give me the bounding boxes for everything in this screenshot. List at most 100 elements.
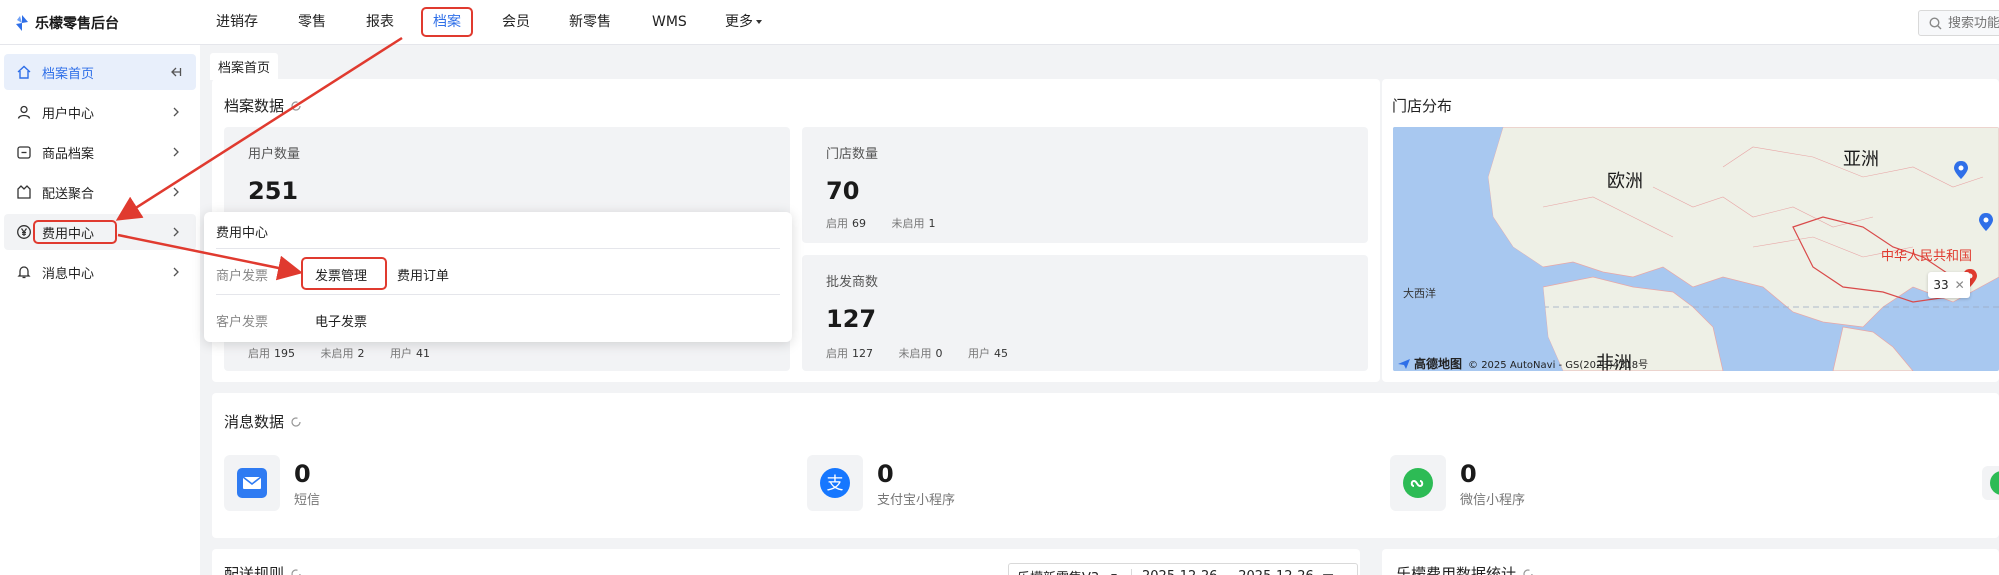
expense-center-flyout: 费用中心 商户发票 发票管理 费用订单 客户发票 电子发票	[204, 212, 792, 342]
annotation-box-invoice-management	[301, 257, 387, 290]
sub-key: 未启用	[891, 217, 925, 230]
map-label-europe: 欧洲	[1607, 171, 1643, 192]
stat-value: 70	[826, 177, 860, 205]
tab-archive-home[interactable]: 档案首页	[210, 53, 279, 80]
wechat-mini-icon	[1403, 468, 1433, 498]
annotation-box-archive	[421, 7, 473, 37]
delivery-rule-title: 配送规则	[224, 563, 302, 575]
stat-sub: 启用 127 未启用 0 用户 45	[826, 345, 1030, 361]
stat-label: 批发商数	[826, 275, 879, 290]
user-icon	[17, 105, 31, 119]
nav-retail[interactable]: 零售	[298, 0, 326, 45]
page-tabs: 档案首页	[210, 53, 279, 80]
e-invoice-link[interactable]: 电子发票	[315, 311, 367, 330]
sidebar-item-label: 档案首页	[42, 66, 95, 82]
wholesaler-count-card: 批发商数 127 启用 127 未启用 0 用户 45	[802, 255, 1368, 371]
expense-stats-title-text: 乐檬费用数据统计	[1396, 565, 1517, 575]
sub-value: 2	[357, 347, 365, 360]
sub-key: 启用	[826, 347, 848, 360]
message-title-text: 消息数据	[224, 413, 285, 431]
search-icon	[1929, 16, 1942, 29]
refresh-icon[interactable]	[290, 416, 302, 428]
message-sms: 0 短信	[224, 455, 320, 511]
stat-value: 251	[248, 177, 299, 205]
sidebar-item-label: 消息中心	[42, 266, 95, 282]
sub-value: 69	[852, 217, 866, 230]
attribution-text: © 2025 AutoNavi - GS(2023)4318号	[1468, 360, 1649, 371]
nav-inventory[interactable]: 进销存	[216, 0, 258, 45]
sub-value: 45	[994, 347, 1008, 360]
map-cluster-popup[interactable]: 33 ✕	[1928, 272, 1970, 298]
store-map-title: 门店分布	[1392, 97, 1453, 115]
message-panel-title: 消息数据	[224, 411, 302, 432]
collapse-sidebar-icon[interactable]	[168, 65, 182, 79]
store-map[interactable]: 欧洲 亚洲 非洲 大西洋 中华人民共和国 33 ✕ 高德地图 © 2025 Au…	[1393, 127, 1999, 371]
package-icon	[17, 185, 31, 199]
sidebar-item-label: 商品档案	[42, 146, 95, 162]
flyout-divider	[216, 248, 780, 249]
nav-new-retail[interactable]: 新零售	[569, 0, 611, 45]
sidebar-item-archive-home[interactable]: 档案首页	[4, 54, 196, 90]
delivery-rule-title-text: 配送规则	[224, 565, 285, 575]
expense-order-link[interactable]: 费用订单	[397, 265, 449, 284]
message-label: 微信小程序	[1460, 492, 1526, 508]
sidebar-item-product-archive[interactable]: 商品档案	[4, 134, 196, 170]
nav-more-label: 更多	[725, 14, 753, 30]
caret-down-icon	[756, 20, 762, 24]
chevron-right-icon	[173, 147, 179, 157]
nav-more[interactable]: 更多	[725, 0, 762, 45]
flyout-title: 费用中心	[216, 226, 269, 241]
nav-wms[interactable]: WMS	[652, 0, 687, 45]
home-icon	[17, 65, 31, 79]
search-box[interactable]	[1918, 10, 1999, 36]
app-title: 乐檬零售后台	[35, 16, 119, 32]
map-label-china: 中华人民共和国	[1881, 249, 1973, 264]
message-value: 0	[1460, 459, 1477, 488]
nav-members[interactable]: 会员	[502, 0, 530, 45]
svg-text:支: 支	[827, 474, 844, 494]
stat-label: 门店数量	[826, 147, 879, 162]
date-start[interactable]: 2025-12-26	[1131, 568, 1218, 575]
chevron-right-icon	[173, 227, 179, 237]
attribution-brand: 高德地图	[1414, 357, 1463, 371]
refresh-icon[interactable]	[290, 100, 302, 112]
refresh-icon[interactable]	[290, 568, 302, 575]
sub-key: 未启用	[320, 347, 354, 360]
sidebar-item-delivery[interactable]: 配送聚合	[4, 174, 196, 210]
message-alipay: 支 0 支付宝小程序	[807, 455, 955, 511]
sub-key: 用户	[968, 347, 990, 360]
close-icon[interactable]: ✕	[1955, 278, 1965, 292]
sub-key: 未启用	[898, 347, 932, 360]
search-input[interactable]	[1948, 15, 1999, 31]
sub-value: 195	[274, 347, 295, 360]
store-count-card: 门店数量 70 启用 69 未启用 1	[802, 127, 1368, 243]
sidebar: 档案首页 用户中心 商品档案 配送聚合 费用中心 消息中心	[0, 45, 200, 575]
alipay-icon-box: 支	[807, 455, 863, 511]
version-select[interactable]: 乐檬新零售V3	[1017, 567, 1107, 575]
sub-value: 127	[852, 347, 873, 360]
refresh-icon[interactable]	[1522, 568, 1534, 575]
calendar-icon[interactable]: ▭	[1322, 569, 1334, 575]
sidebar-item-label: 用户中心	[42, 106, 95, 122]
stat-sub: 启用 69 未启用 1	[826, 215, 958, 231]
date-end[interactable]: 2025-12-26	[1238, 569, 1314, 575]
sidebar-item-message-center[interactable]: 消息中心	[4, 254, 196, 290]
date-separator: -	[1226, 569, 1231, 575]
expense-stats-title: 乐檬费用数据统计	[1396, 563, 1534, 575]
sub-key: 用户	[390, 347, 412, 360]
sub-value: 0	[935, 347, 943, 360]
chevron-right-icon	[173, 107, 179, 117]
app-logo[interactable]: 乐檬零售后台	[14, 12, 119, 34]
stat-label: 用户数量	[248, 147, 301, 162]
cluster-count: 33	[1933, 278, 1949, 292]
bell-icon	[17, 266, 31, 279]
sub-key: 启用	[826, 217, 848, 230]
amap-logo-icon	[1398, 358, 1410, 369]
nav-reports[interactable]: 报表	[366, 0, 394, 45]
map-label-atlantic: 大西洋	[1403, 287, 1436, 300]
expense-stats-panel: 乐檬费用数据统计	[1382, 549, 1999, 575]
sidebar-item-user-center[interactable]: 用户中心	[4, 94, 196, 130]
mail-icon-box	[224, 455, 280, 511]
wechat-icon	[1990, 471, 1999, 495]
sidebar-item-label: 配送聚合	[42, 186, 95, 202]
